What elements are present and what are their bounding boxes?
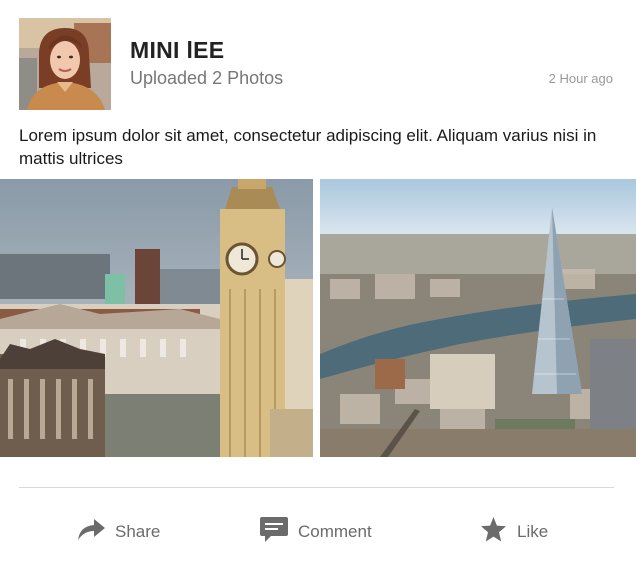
like-label: Like: [517, 522, 549, 541]
post-actions: Share Comment Like: [0, 508, 636, 556]
post-card: MINI lEE Uploaded 2 Photos 2 Hour ago Lo…: [0, 0, 636, 568]
post-timestamp: 2 Hour ago: [548, 71, 613, 86]
comment-bubble-icon: [260, 516, 288, 548]
post-header: MINI lEE Uploaded 2 Photos 2 Hour ago: [0, 0, 636, 120]
comment-label: Comment: [298, 522, 372, 541]
photo-gallery: [0, 179, 636, 457]
like-button[interactable]: Like: [480, 516, 548, 548]
shard-aerial-image: [320, 179, 636, 457]
photo-shard-aerial[interactable]: [320, 179, 636, 457]
share-arrow-icon: [78, 518, 105, 546]
share-button[interactable]: Share: [78, 516, 160, 548]
big-ben-image: [0, 179, 313, 457]
share-label: Share: [115, 522, 161, 541]
actions-divider: [19, 487, 614, 488]
avatar[interactable]: [19, 18, 111, 110]
avatar-photo: [19, 18, 111, 110]
star-icon: [480, 516, 507, 548]
post-text: Lorem ipsum dolor sit amet, consectetur …: [19, 126, 597, 168]
photo-big-ben[interactable]: [0, 179, 313, 457]
author-name[interactable]: MINI lEE: [130, 37, 224, 64]
comment-button[interactable]: Comment: [260, 516, 372, 548]
upload-summary: Uploaded 2 Photos: [130, 68, 284, 88]
